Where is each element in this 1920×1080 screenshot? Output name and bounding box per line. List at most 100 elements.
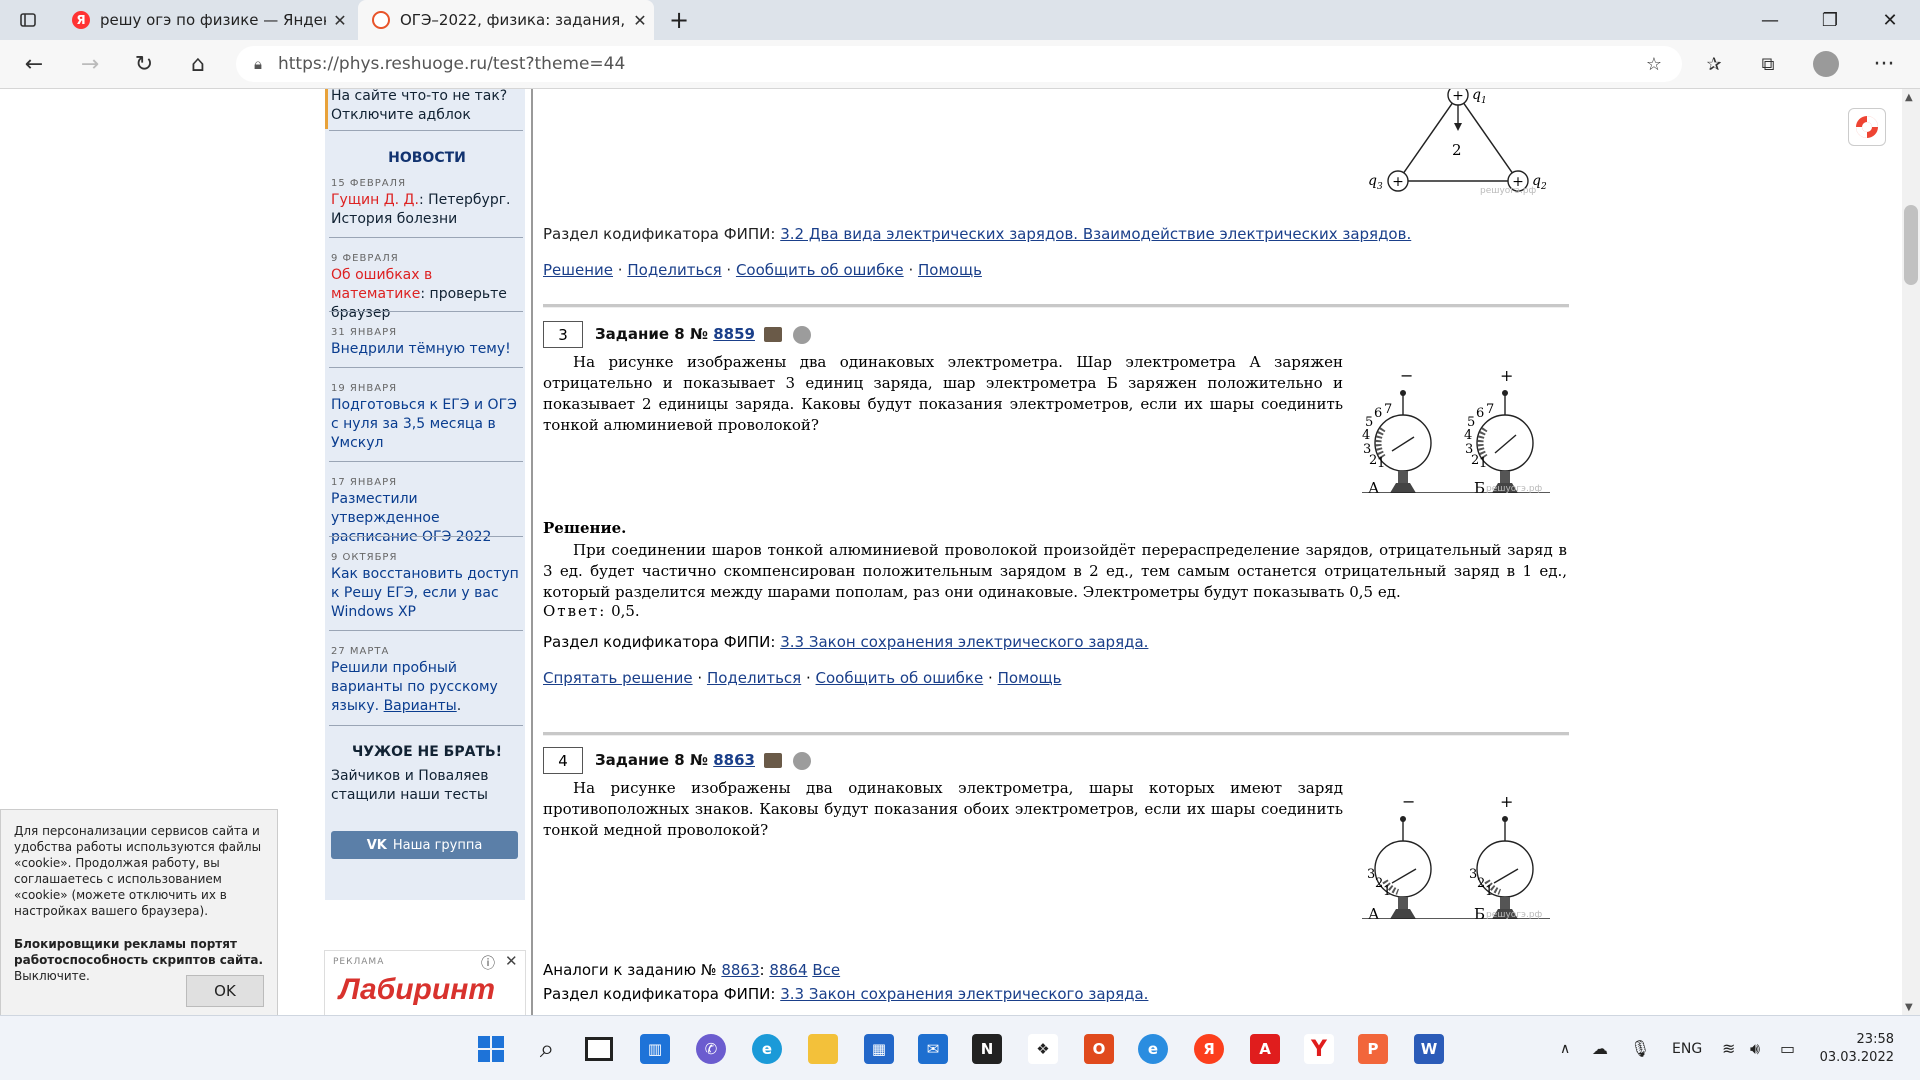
word-icon[interactable]: W	[1414, 1034, 1444, 1064]
section-link[interactable]: 3.2 Два вида электрических зарядов. Взаи…	[780, 225, 1411, 243]
scroll-up-icon[interactable]: ▲	[1905, 92, 1913, 103]
news-link[interactable]: Гущин Д. Д.	[331, 192, 419, 208]
new-tab-button[interactable]: +	[656, 0, 702, 40]
edge-browser-icon[interactable]: e	[752, 1034, 782, 1064]
scroll-down-icon[interactable]: ▼	[1905, 1002, 1913, 1013]
info-icon[interactable]: ⓘ	[481, 953, 495, 973]
share-link[interactable]: Поделиться	[627, 261, 721, 279]
analogs-row: Аналоги к заданию № 8863: 8864 Все	[543, 961, 841, 979]
news-link[interactable]: Подготовься к ЕГЭ и ОГЭ с нуля за 3,5 ме…	[331, 396, 523, 453]
q2-subscript: 2	[1540, 182, 1547, 192]
report-link[interactable]: Сообщить об ошибке	[816, 669, 984, 687]
close-tab-icon[interactable]: ✕	[626, 11, 654, 30]
task-title: Задание 8 № 8859	[595, 325, 812, 344]
internet-explorer-icon[interactable]: e	[1138, 1034, 1168, 1064]
tab-yandex-search[interactable]: Я решу огэ по физике — Яндекс ✕	[58, 0, 354, 40]
analog-link[interactable]: 8864	[769, 961, 807, 979]
steal-link[interactable]: Зайчиков и Поваляев стащили наши тесты	[331, 767, 523, 805]
clock[interactable]: 23:58 03.03.2022	[1820, 1016, 1894, 1080]
task-id-link[interactable]: 8859	[713, 325, 755, 343]
help-lifebuoy-icon[interactable]	[1848, 108, 1886, 146]
close-ad-icon[interactable]: ✕	[505, 952, 518, 970]
video-icon[interactable]	[764, 327, 783, 342]
home-icon[interactable]: ⌂	[180, 46, 216, 82]
chat-icon[interactable]: ✆	[696, 1034, 726, 1064]
microphone-icon[interactable]: 🎙︎	[1630, 1016, 1650, 1080]
yandex-browser-icon[interactable]: Y	[1304, 1034, 1334, 1064]
ad-brand-logo: Лабиринт	[339, 973, 496, 1006]
report-link[interactable]: Сообщить об ошибке	[736, 261, 904, 279]
news-link[interactable]: Разместили утвержденное расписание ОГЭ 2…	[331, 490, 523, 547]
search-icon[interactable]: ⌕	[532, 1034, 562, 1064]
close-window-icon[interactable]: ✕	[1860, 0, 1920, 40]
start-menu-icon[interactable]	[476, 1034, 506, 1064]
analogs-all-link[interactable]: Все	[812, 961, 840, 979]
base	[1390, 483, 1416, 493]
store-icon[interactable]: ▦	[864, 1034, 894, 1064]
news-item: 27 МАРТА Решили пробный варианты по русс…	[331, 645, 523, 716]
label-a: А	[1368, 479, 1380, 493]
solution-text: При соединении шаров тонкой алюминиевой …	[543, 541, 1567, 601]
collections-icon[interactable]: ⧉	[1750, 46, 1786, 82]
news-link[interactable]: Внедрили тёмную тему!	[331, 340, 523, 359]
label-b: Б	[1474, 479, 1485, 493]
vk-group-button[interactable]: ᐯK Наша группа	[331, 831, 518, 859]
refresh-icon[interactable]: ↻	[126, 46, 162, 82]
back-icon[interactable]: ←	[16, 46, 52, 82]
news-item: 9 ОКТЯБРЯ Как восстановить доступ к Решу…	[331, 551, 523, 622]
ball	[1400, 816, 1406, 822]
scrollbar-thumb[interactable]	[1904, 205, 1918, 285]
dropbox-icon[interactable]: ❖	[1028, 1034, 1058, 1064]
forward-icon[interactable]: →	[72, 46, 108, 82]
hide-solution-link[interactable]: Спрятать решение	[543, 669, 693, 687]
status-circle-icon[interactable]	[793, 325, 812, 344]
volume-icon[interactable]: 🔊︎	[1750, 1016, 1760, 1080]
vk-button-label: Наша группа	[392, 837, 483, 853]
file-explorer-icon[interactable]	[808, 1034, 838, 1064]
section-link[interactable]: 3.3 Закон сохранения электрического заря…	[780, 985, 1148, 1003]
tab-title: решу огэ по физике — Яндекс	[100, 11, 326, 29]
help-link[interactable]: Помощь	[998, 669, 1062, 687]
task-id-link[interactable]: 8863	[713, 751, 755, 769]
onedrive-icon[interactable]: ☁	[1592, 1016, 1608, 1080]
widgets-icon[interactable]: ▥	[640, 1034, 670, 1064]
add-favorite-icon[interactable]: ☆	[1636, 46, 1672, 82]
plus-sign: +	[1452, 89, 1464, 104]
analog-link[interactable]: 8863	[721, 961, 759, 979]
separator-dot: ·	[617, 261, 623, 279]
share-link[interactable]: Поделиться	[707, 669, 801, 687]
news-link[interactable]: Как восстановить доступ к Решу ЕГЭ, если…	[331, 565, 523, 622]
solution-link[interactable]: Решение	[543, 261, 613, 279]
mail-icon[interactable]: ✉	[918, 1034, 948, 1064]
language-indicator[interactable]: ENG	[1672, 1016, 1702, 1080]
adobe-icon[interactable]: A	[1250, 1034, 1280, 1064]
maximize-icon[interactable]: ❐	[1800, 0, 1860, 40]
news-link[interactable]: Об ошибках в математике	[331, 267, 432, 302]
help-link[interactable]: Помощь	[918, 261, 982, 279]
video-icon[interactable]	[764, 753, 783, 768]
q1-symbol: q	[1472, 89, 1481, 103]
status-circle-icon[interactable]	[793, 751, 812, 770]
ad-banner[interactable]: РЕКЛАМА ⓘ ✕ Лабиринт	[324, 950, 526, 1018]
yandex-favicon-icon: Я	[72, 11, 90, 29]
tab-reshuoge[interactable]: ОГЭ–2022, физика: задания, отв ✕	[358, 0, 654, 40]
cookie-ok-button[interactable]: OK	[186, 975, 264, 1007]
wifi-icon[interactable]: ≋	[1722, 1016, 1735, 1080]
favorites-icon[interactable]: ✰	[1696, 46, 1732, 82]
section-link[interactable]: 3.3 Закон сохранения электрического заря…	[780, 633, 1148, 651]
notion-icon[interactable]: N	[972, 1034, 1002, 1064]
tab-actions-icon[interactable]	[0, 0, 56, 40]
address-bar[interactable]: 🔒︎ https://phys.reshuoge.ru/test?theme=4…	[236, 46, 1682, 82]
news-item: 15 ФЕВРАЛЯ Гущин Д. Д.: Петербург. Истор…	[331, 177, 523, 229]
powerpoint-icon[interactable]: P	[1358, 1034, 1388, 1064]
tray-overflow-icon[interactable]: ∧	[1560, 1016, 1570, 1080]
close-tab-icon[interactable]: ✕	[326, 11, 354, 30]
task-view-icon[interactable]	[584, 1034, 614, 1064]
more-menu-icon[interactable]: ···	[1866, 46, 1902, 82]
yandex-icon[interactable]: Я	[1194, 1034, 1224, 1064]
battery-icon[interactable]: ▭	[1780, 1016, 1795, 1080]
minimize-icon[interactable]: —	[1740, 0, 1800, 40]
office-icon[interactable]: O	[1084, 1034, 1114, 1064]
variants-link[interactable]: Варианты	[384, 698, 457, 714]
profile-avatar[interactable]	[1808, 46, 1844, 82]
